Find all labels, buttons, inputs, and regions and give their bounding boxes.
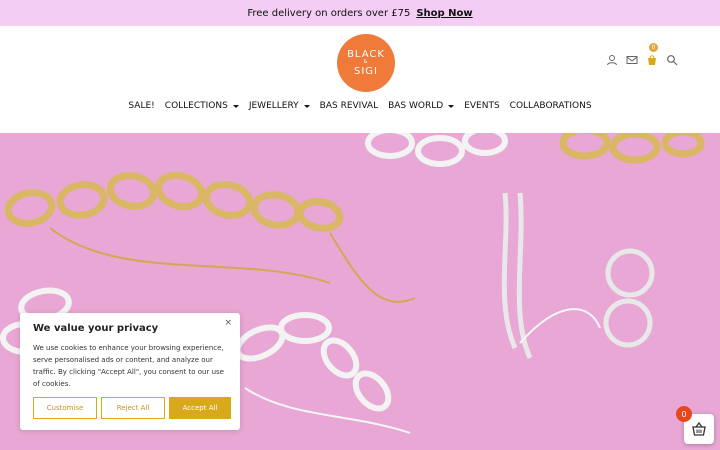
basket-icon <box>692 422 706 436</box>
shop-now-link[interactable]: Shop Now <box>416 8 472 19</box>
cart-icon[interactable] <box>646 54 658 66</box>
header-cart[interactable]: 0 <box>646 43 658 66</box>
nav-item-jewellery[interactable]: JEWELLERY <box>249 101 310 111</box>
promo-text: Free delivery on orders over £75 <box>247 7 411 19</box>
accept-all-button[interactable]: Accept All <box>169 397 231 419</box>
chevron-down-icon <box>232 104 239 108</box>
main-nav: SALE! COLLECTIONS JEWELLERY BAS REVIVAL … <box>0 101 720 111</box>
promo-bar: Free delivery on orders over £75 Shop No… <box>0 0 720 26</box>
search-icon[interactable] <box>666 54 678 66</box>
nav-item-label: JEWELLERY <box>248 101 299 111</box>
nav-item-label: BAS REVIVAL <box>319 101 379 111</box>
nav-item-sale[interactable]: SALE! <box>128 101 154 111</box>
nav-item-collaborations[interactable]: COLLABORATIONS <box>510 101 592 111</box>
floating-cart-count-badge: 0 <box>676 406 692 422</box>
nav-item-collections[interactable]: COLLECTIONS <box>165 101 239 111</box>
customise-button[interactable]: Customise <box>33 397 97 419</box>
nav-item-label: SALE! <box>128 101 155 111</box>
header-icons: 0 <box>606 43 678 66</box>
brand-logo[interactable]: BLACK & SIGI <box>337 34 395 92</box>
nav-item-label: COLLABORATIONS <box>509 101 592 111</box>
cookie-buttons: Customise Reject All Accept All <box>33 397 231 419</box>
chevron-down-icon <box>303 104 310 108</box>
mail-icon[interactable] <box>626 54 638 66</box>
site-header: BLACK & SIGI 0 SALE! COLLECTIONS JEWELLE… <box>0 26 720 133</box>
nav-item-bas-revival[interactable]: BAS REVIVAL <box>320 101 378 111</box>
user-icon[interactable] <box>606 54 618 66</box>
reject-all-button[interactable]: Reject All <box>101 397 165 419</box>
nav-item-bas-world[interactable]: BAS WORLD <box>388 101 455 111</box>
nav-item-label: BAS WORLD <box>388 101 444 111</box>
nav-item-label: COLLECTIONS <box>164 101 228 111</box>
cart-count-badge: 0 <box>649 43 658 52</box>
close-icon[interactable]: × <box>224 318 232 328</box>
cookie-title: We value your privacy <box>33 323 159 334</box>
logo-line-2: SIGI <box>354 65 378 77</box>
cookie-consent-banner: × We value your privacy We use cookies t… <box>20 313 240 430</box>
nav-item-label: EVENTS <box>464 101 500 111</box>
chevron-down-icon <box>448 104 455 108</box>
cookie-description: We use cookies to enhance your browsing … <box>33 344 224 388</box>
nav-item-events[interactable]: EVENTS <box>464 101 499 111</box>
